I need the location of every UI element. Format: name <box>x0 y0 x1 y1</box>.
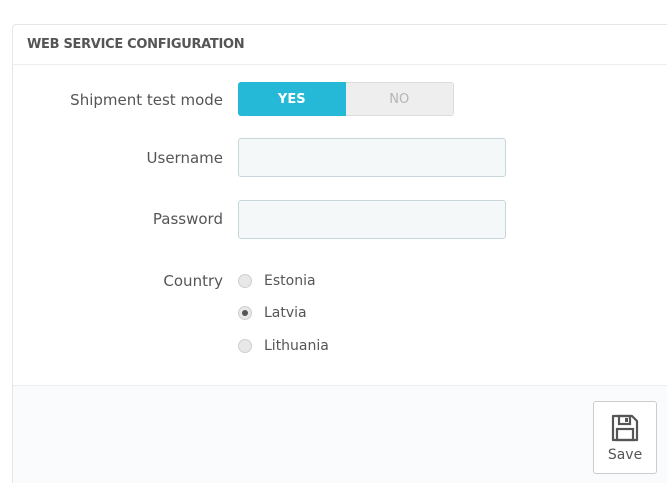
test-mode-yes-option[interactable]: YES <box>238 82 346 116</box>
shipment-test-mode-label: Shipment test mode <box>70 91 223 109</box>
radio-lithuania[interactable] <box>238 339 252 353</box>
radio-label-estonia: Estonia <box>264 273 316 289</box>
country-option-lithuania[interactable]: Lithuania <box>238 335 329 357</box>
username-label: Username <box>146 149 223 167</box>
password-input[interactable] <box>238 200 506 239</box>
password-label: Password <box>152 210 223 228</box>
web-service-configuration-panel: WEB SERVICE CONFIGURATION Shipment test … <box>12 24 667 483</box>
panel-footer: Save <box>13 385 667 483</box>
save-label: Save <box>607 446 643 463</box>
panel-heading: WEB SERVICE CONFIGURATION <box>13 25 667 65</box>
page: WEB SERVICE CONFIGURATION Shipment test … <box>0 0 667 483</box>
test-mode-no-option[interactable]: NO <box>345 82 454 116</box>
shipment-test-mode-switch: YES NO <box>238 82 454 116</box>
radio-latvia[interactable] <box>238 306 252 320</box>
country-option-estonia[interactable]: Estonia <box>238 270 316 292</box>
country-label: Country <box>163 272 223 290</box>
panel-title: WEB SERVICE CONFIGURATION <box>27 37 245 52</box>
radio-label-lithuania: Lithuania <box>264 338 329 354</box>
country-option-latvia[interactable]: Latvia <box>238 302 307 324</box>
radio-estonia[interactable] <box>238 274 252 288</box>
save-button[interactable]: Save <box>593 401 657 474</box>
username-input[interactable] <box>238 138 506 177</box>
floppy-disk-icon <box>611 414 639 441</box>
radio-label-latvia: Latvia <box>264 305 307 321</box>
